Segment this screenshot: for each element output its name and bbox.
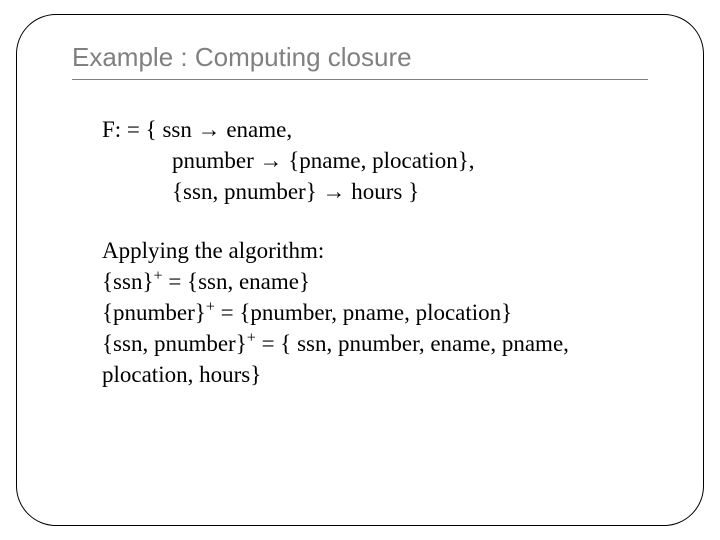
arrow-icon: → <box>198 116 221 142</box>
fd-line-3: {ssn, pnumber} → hours } <box>102 176 648 207</box>
fd-line-3-left: {ssn, pnumber} <box>172 179 323 204</box>
plus-superscript: + <box>247 330 256 347</box>
plus-superscript: + <box>153 268 162 285</box>
slide: Example : Computing closure F: = { ssn →… <box>0 0 720 540</box>
fd-line-1: F: = { ssn → ename, <box>102 114 648 145</box>
slide-body: F: = { ssn → ename, pnumber → {pname, pl… <box>72 114 648 390</box>
closure-result-1: {ssn}+ = {ssn, ename} <box>102 266 648 297</box>
closure-value-2: = {pnumber, pname, plocation} <box>215 300 512 325</box>
closure-value-1: = {ssn, ename} <box>163 269 310 294</box>
algorithm-block: Applying the algorithm: {ssn}+ = {ssn, e… <box>102 235 648 390</box>
fd-line-2: pnumber → {pname, plocation}, <box>102 145 648 176</box>
closure-set-1: {ssn} <box>102 269 153 294</box>
arrow-icon: → <box>260 147 283 173</box>
fd-line-3-right: hours } <box>346 179 420 204</box>
arrow-icon: → <box>323 178 346 204</box>
closure-result-2: {pnumber}+ = {pnumber, pname, plocation} <box>102 297 648 328</box>
functional-dependencies-block: F: = { ssn → ename, pnumber → {pname, pl… <box>102 114 648 207</box>
fd-line-2-left: pnumber <box>172 148 260 173</box>
fd-line-1-left: F: = { ssn <box>102 117 198 142</box>
slide-content: Example : Computing closure F: = { ssn →… <box>22 18 698 390</box>
slide-title: Example : Computing closure <box>72 42 648 80</box>
closure-result-3: {ssn, pnumber}+ = { ssn, pnumber, ename,… <box>102 328 648 390</box>
algorithm-heading: Applying the algorithm: <box>102 235 648 266</box>
plus-superscript: + <box>206 299 215 316</box>
closure-set-2: {pnumber} <box>102 300 206 325</box>
fd-line-1-right: ename, <box>221 117 293 142</box>
closure-set-3: {ssn, pnumber} <box>102 331 247 356</box>
fd-line-2-right: {pname, plocation}, <box>283 148 475 173</box>
